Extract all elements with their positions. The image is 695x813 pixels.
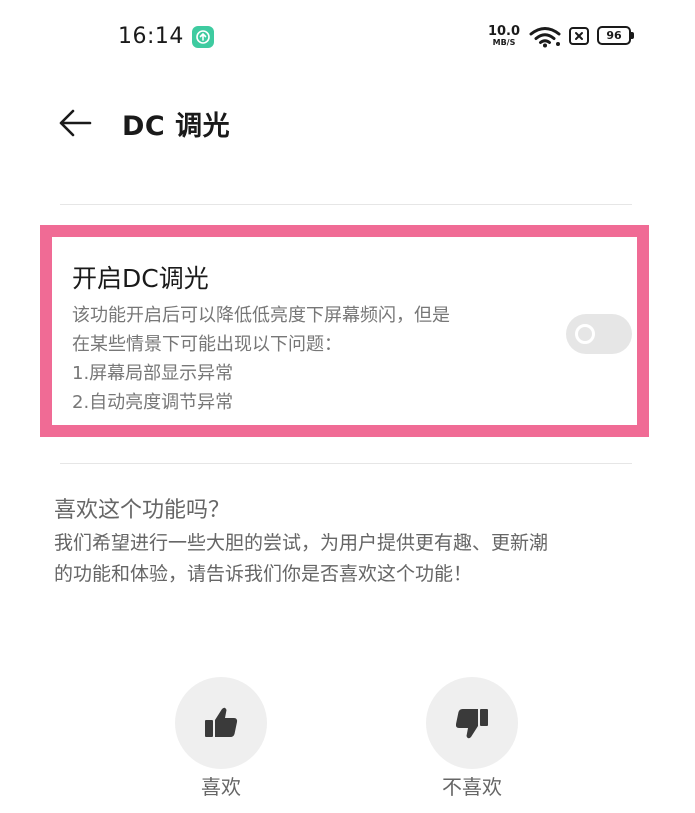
page-title: DC 调光 bbox=[122, 111, 231, 142]
wifi-icon bbox=[528, 26, 562, 52]
dc-dimming-description-line: 1.屏幕局部显示异常 bbox=[72, 363, 234, 384]
section-divider bbox=[60, 463, 632, 464]
network-speed-value: 10.0 bbox=[487, 24, 521, 39]
feedback-description-line: 我们希望进行一些大胆的尝试，为用户提供更有趣、更新潮 bbox=[54, 532, 549, 554]
network-speed: 10.0 MB/S bbox=[487, 25, 521, 47]
dislike-button[interactable] bbox=[426, 677, 518, 769]
dc-dimming-description-line: 2.自动亮度调节异常 bbox=[72, 392, 234, 413]
like-button[interactable] bbox=[175, 677, 267, 769]
arrow-left-icon bbox=[59, 109, 92, 137]
dc-dimming-description-line: 在某些情景下可能出现以下问题： bbox=[72, 334, 342, 355]
feedback-title: 喜欢这个功能吗？ bbox=[54, 498, 231, 523]
dc-dimming-toggle[interactable] bbox=[566, 314, 632, 354]
dc-dimming-setting[interactable]: 开启DC调光 该功能开启后可以降低低亮度下屏幕频闪，但是 在某些情景下可能出现以… bbox=[40, 225, 649, 437]
feedback-description-line: 的功能和体验，请告诉我们你是否喜欢这个功能！ bbox=[54, 563, 473, 585]
screen: 16:14 10.0 MB/S 96 DC 调光 开启DC调光 该功能开启后可以… bbox=[0, 0, 695, 813]
dc-dimming-title: 开启DC调光 bbox=[72, 264, 209, 293]
no-sim-icon bbox=[569, 27, 589, 45]
feedback-description: 我们希望进行一些大胆的尝试，为用户提供更有趣、更新潮 的功能和体验，请告诉我们你… bbox=[54, 528, 654, 590]
like-label: 喜欢 bbox=[201, 775, 241, 799]
network-speed-unit: MB/S bbox=[492, 38, 516, 47]
battery-icon: 96 bbox=[597, 26, 631, 45]
back-button[interactable] bbox=[56, 106, 94, 140]
thumbs-up-icon bbox=[205, 707, 238, 737]
dc-dimming-description: 该功能开启后可以降低低亮度下屏幕频闪，但是 在某些情景下可能出现以下问题： 1.… bbox=[72, 301, 552, 417]
status-time: 16:14 bbox=[118, 24, 184, 49]
thumbs-down-icon bbox=[455, 709, 488, 739]
app-notification-icon bbox=[192, 26, 214, 48]
header-divider bbox=[60, 204, 632, 205]
battery-tip bbox=[631, 32, 634, 39]
dc-dimming-description-line: 该功能开启后可以降低低亮度下屏幕频闪，但是 bbox=[72, 305, 450, 326]
dislike-label: 不喜欢 bbox=[442, 775, 502, 799]
toggle-knob bbox=[575, 324, 595, 344]
